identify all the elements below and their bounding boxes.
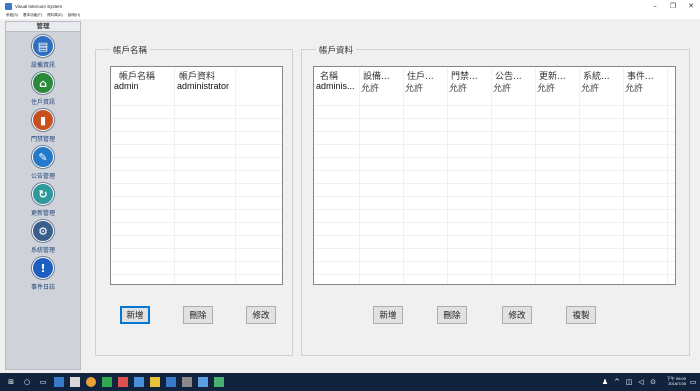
menu-database[interactable]: 資料庫(D) (47, 13, 63, 18)
taskbar-app-icon[interactable] (198, 377, 208, 387)
sidebar-item-label: 事件日誌 (30, 284, 55, 291)
taskbar-app-icon[interactable] (166, 377, 176, 387)
close-button[interactable]: ✕ (682, 0, 700, 12)
sidebar-item-label: 更新管理 (30, 210, 55, 217)
notice-icon: ✎ (32, 146, 54, 168)
menu-basic-functions[interactable]: 基本功能(F) (23, 13, 42, 18)
sidebar-item-notice-management[interactable]: ✎ 公告管理 (6, 146, 80, 182)
permission-cell-event[interactable]: 允許 (625, 81, 643, 94)
task-view-icon[interactable]: ▭ (38, 377, 48, 387)
add-permission-button[interactable]: 新增 (373, 306, 403, 324)
sidebar-item-resident-info[interactable]: ⌂ 住戶資訊 (6, 72, 80, 108)
sidebar-item-label: 設備資訊 (30, 62, 55, 69)
update-icon: ↻ (32, 183, 54, 205)
account-row-name[interactable]: admin (114, 81, 139, 91)
volume-icon[interactable]: ◁ (636, 377, 646, 387)
sidebar-item-label: 系統管理 (30, 247, 55, 254)
window-controls: – ❐ ✕ (646, 0, 700, 12)
account-data-group-title: 帳戶資料 (316, 44, 357, 56)
taskbar-app-icon[interactable] (134, 377, 144, 387)
taskbar-app-icon[interactable] (118, 377, 128, 387)
edit-account-button[interactable]: 修改 (246, 306, 276, 324)
delete-account-button[interactable]: 刪除 (183, 306, 213, 324)
accounts-group-title: 帳戶名稱 (110, 44, 151, 56)
permission-cell-notice[interactable]: 允許 (493, 81, 511, 94)
taskbar-app-icon[interactable] (150, 377, 160, 387)
permission-cell-update[interactable]: 允許 (537, 81, 555, 94)
clock-date: 2016/7/28 (668, 381, 686, 386)
sidebar-item-label: 門禁管理 (30, 136, 55, 143)
event-log-icon: ! (32, 257, 54, 279)
taskbar-app-icon[interactable] (54, 377, 64, 387)
taskbar-app-icon[interactable] (214, 377, 224, 387)
account-row-info[interactable]: administrator (177, 81, 229, 91)
tray-chevron-icon[interactable]: ^ (612, 377, 622, 387)
permission-cell-device[interactable]: 允許 (361, 81, 379, 94)
taskbar-app-icon[interactable] (102, 377, 112, 387)
window-title: Visual Intercom System (15, 3, 63, 9)
taskbar-app-icon[interactable] (182, 377, 192, 387)
menu-system[interactable]: 系統(S) (6, 13, 18, 18)
account-data-cell-name[interactable]: adminis... (316, 81, 355, 91)
sidebar-item-device-info[interactable]: ▤ 設備資訊 (6, 35, 80, 71)
menu-bar: 系統(S) 基本功能(F) 資料庫(D) 說明(H) (0, 12, 700, 19)
taskbar: ⊞ ○ ▭ ♟ ^ ◫ ◁ ⊙ 下午 06:00 2016/7/28 ▭ (0, 373, 700, 391)
minimize-button[interactable]: – (646, 0, 664, 12)
title-bar: Visual Intercom System – ❐ ✕ (0, 0, 700, 12)
door-icon: ▮ (32, 109, 54, 131)
sidebar-header: 管理 (6, 22, 80, 32)
accounts-group: 帳戶名稱 帳戶名稱 帳戶資料 admin administrator 新增 刪除… (95, 44, 293, 356)
account-data-list[interactable]: 名稱 設備... 住戶... 門禁... 公告... 更新... 系統... 事… (313, 66, 676, 285)
copy-permission-button[interactable]: 複製 (566, 306, 596, 324)
windows-start-icon[interactable]: ⊞ (6, 377, 16, 387)
sidebar-item-label: 住戶資訊 (30, 99, 55, 106)
people-icon[interactable]: ♟ (600, 377, 610, 387)
sidebar-item-update-management[interactable]: ↻ 更新管理 (6, 183, 80, 219)
sidebar: 管理 ▤ 設備資訊 ⌂ 住戶資訊 ▮ 門禁管理 ✎ 公告管理 ↻ 更新管理 ⚙ … (5, 21, 81, 370)
taskbar-app-icon[interactable] (86, 377, 96, 387)
sidebar-item-system-management[interactable]: ⚙ 系統管理 (6, 220, 80, 256)
menu-help[interactable]: 說明(H) (68, 13, 80, 18)
sidebar-item-access-control[interactable]: ▮ 門禁管理 (6, 109, 80, 145)
device-icon: ▤ (32, 35, 54, 57)
app-window: Visual Intercom System – ❐ ✕ 系統(S) 基本功能(… (0, 0, 700, 391)
taskbar-app-icon[interactable] (70, 377, 80, 387)
search-icon[interactable]: ○ (22, 377, 32, 387)
sidebar-item-event-log[interactable]: ! 事件日誌 (6, 257, 80, 293)
ime-icon[interactable]: ⊙ (648, 377, 658, 387)
permission-cell-access[interactable]: 允許 (449, 81, 467, 94)
resident-icon: ⌂ (32, 72, 54, 94)
network-icon[interactable]: ◫ (624, 377, 634, 387)
permission-cell-system[interactable]: 允許 (581, 81, 599, 94)
notification-icon[interactable]: ▭ (688, 377, 698, 387)
sidebar-item-label: 公告管理 (30, 173, 55, 180)
accounts-list[interactable]: 帳戶名稱 帳戶資料 admin administrator (110, 66, 283, 285)
taskbar-clock[interactable]: 下午 06:00 2016/7/28 (667, 376, 686, 386)
main-content: 帳戶名稱 帳戶名稱 帳戶資料 admin administrator 新增 刪除… (81, 21, 700, 370)
system-gear-icon: ⚙ (32, 220, 54, 242)
edit-permission-button[interactable]: 修改 (502, 306, 532, 324)
add-account-button[interactable]: 新增 (120, 306, 150, 324)
maximize-button[interactable]: ❐ (664, 0, 682, 12)
permission-cell-resident[interactable]: 允許 (405, 81, 423, 94)
delete-permission-button[interactable]: 刪除 (437, 306, 467, 324)
account-data-group: 帳戶資料 名稱 設備... 住戶... 門禁... 公告... 更新... 系統… (301, 44, 690, 356)
app-logo-icon (5, 2, 12, 10)
